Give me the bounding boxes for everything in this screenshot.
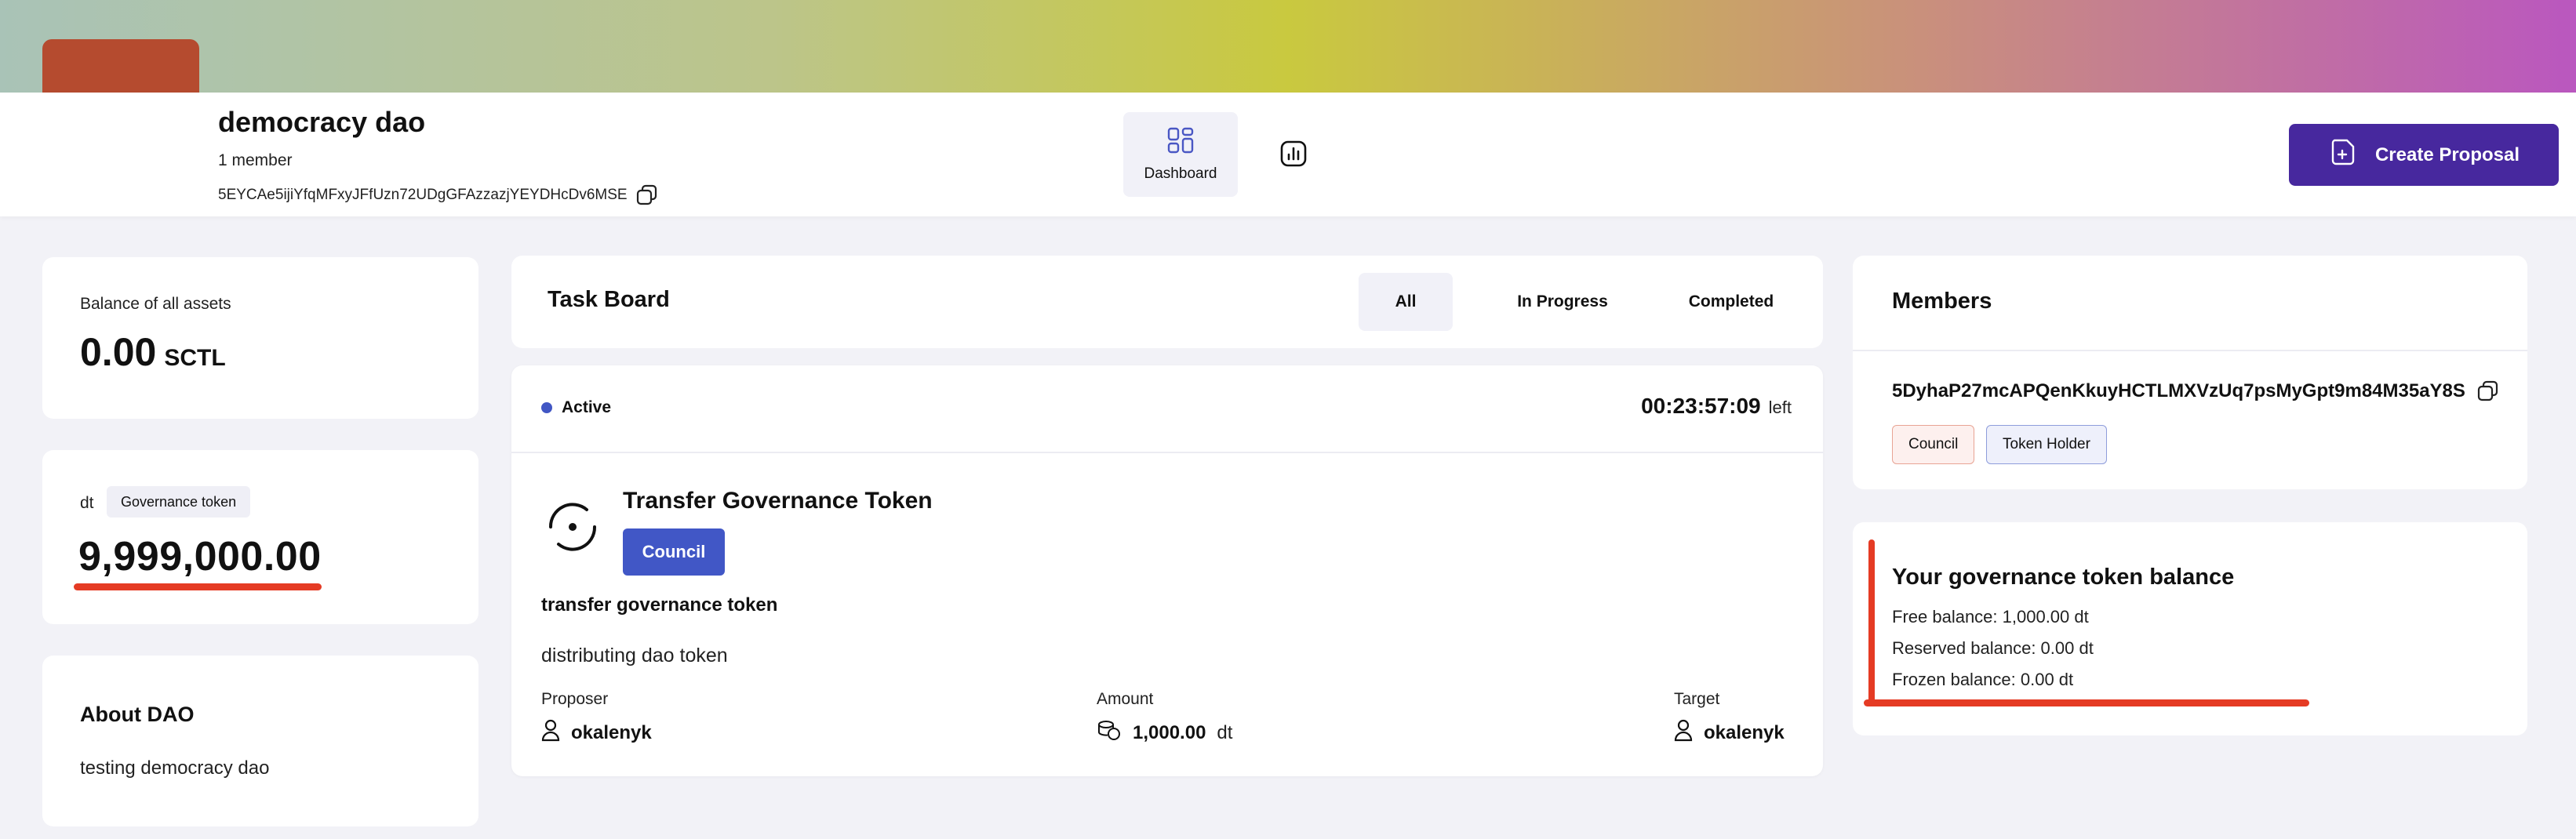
proposal-subtitle: transfer governance token: [541, 594, 778, 616]
task-board-title: Task Board: [548, 287, 670, 312]
time-left-suffix: left: [1768, 398, 1792, 417]
about-text: testing democracy dao: [80, 757, 270, 779]
governance-balance-card: Your governance token balance Free balan…: [1853, 522, 2527, 735]
balance-unit: SCTL: [164, 345, 226, 371]
role-badge-token-holder: Token Holder: [1986, 425, 2107, 464]
nav-stats[interactable]: [1277, 137, 1310, 170]
proposal-description: distributing dao token: [541, 645, 728, 666]
balance-value-row: 0.00 SCTL: [80, 329, 226, 375]
nav-dashboard-label: Dashboard: [1144, 165, 1217, 182]
coins-icon: [1097, 718, 1122, 747]
token-amount: 9,999,000.00: [78, 534, 322, 579]
annotation-underline: [74, 583, 322, 590]
dao-name: democracy dao: [218, 106, 426, 138]
governance-balance-title: Your governance token balance: [1892, 565, 2235, 590]
transfer-token-icon: [541, 496, 604, 558]
filter-completed[interactable]: Completed: [1649, 273, 1814, 331]
status-label: Active: [562, 398, 612, 416]
dashboard-icon: [1166, 126, 1195, 159]
proposal-status: Active: [541, 398, 611, 417]
copy-icon[interactable]: [2476, 380, 2500, 403]
about-title: About DAO: [80, 703, 195, 726]
proposal-title: Transfer Governance Token: [623, 488, 933, 514]
proposer-name: okalenyk: [571, 721, 652, 743]
dao-address-row: 5EYCAe5ijiYfqMFxyJFfUzn72UDgGFAzzazjYEYD…: [218, 183, 659, 207]
document-plus-icon: [2328, 137, 2358, 173]
dao-address: 5EYCAe5ijiYfqMFxyJFfUzn72UDgGFAzzazjYEYD…: [218, 187, 628, 203]
governance-token-badge: Governance token: [107, 486, 251, 518]
balance-card: Balance of all assets 0.00 SCTL: [42, 257, 478, 419]
member-address: 5DyhaP27mcAPQenKkuyHCTLMXVzUq7psMyGpt9m8…: [1892, 380, 2465, 401]
nav-dashboard[interactable]: Dashboard: [1123, 112, 1238, 197]
filter-in-progress[interactable]: In Progress: [1484, 273, 1641, 331]
user-icon: [541, 718, 560, 747]
members-card: Members 5DyhaP27mcAPQenKkuyHCTLMXVzUq7ps…: [1853, 256, 2527, 489]
balance-value: 0.00: [80, 330, 157, 374]
annotation-vertical-line: [1868, 539, 1875, 706]
governance-token-card: dt Governance token 9,999,000.00: [42, 450, 478, 624]
token-ticker: dt: [80, 494, 94, 512]
bar-chart-icon: [1277, 140, 1310, 173]
balance-label: Balance of all assets: [80, 295, 231, 313]
target-name: okalenyk: [1704, 721, 1785, 743]
frozen-balance: Frozen balance: 0.00 dt: [1892, 670, 2074, 689]
header-banner: [0, 0, 2576, 93]
time-left-value: 00:23:57:09: [1641, 394, 1761, 418]
create-proposal-button[interactable]: Create Proposal: [2289, 124, 2559, 186]
copy-icon[interactable]: [635, 183, 659, 207]
target-value: okalenyk: [1674, 718, 1785, 747]
amount-label: Amount: [1097, 690, 1154, 708]
free-balance: Free balance: 1,000.00 dt: [1892, 607, 2089, 627]
proposer-label: Proposer: [541, 690, 609, 708]
task-board-header: Task Board All In Progress Completed: [511, 256, 1823, 348]
filter-all[interactable]: All: [1359, 273, 1453, 331]
about-dao-card: About DAO testing democracy dao: [42, 656, 478, 826]
reserved-balance: Reserved balance: 0.00 dt: [1892, 638, 2094, 658]
dao-members-count: 1 member: [218, 151, 293, 169]
target-label: Target: [1674, 690, 1720, 708]
amount-unit: dt: [1217, 721, 1233, 743]
role-badge-council: Council: [1892, 425, 1975, 464]
status-dot-icon: [541, 402, 552, 413]
amount-value: 1,000.00 dt: [1097, 718, 1232, 747]
proposal-timer: 00:23:57:09 left: [1641, 394, 1792, 419]
proposal-card[interactable]: Active 00:23:57:09 left Transfer Governa…: [511, 365, 1823, 776]
member-address-row: 5DyhaP27mcAPQenKkuyHCTLMXVzUq7psMyGpt9m8…: [1892, 380, 2500, 403]
amount-number: 1,000.00: [1133, 721, 1206, 743]
members-divider: [1853, 350, 2527, 351]
annotation-underline: [1864, 699, 2309, 706]
council-role-button[interactable]: Council: [623, 528, 725, 576]
user-icon: [1674, 718, 1693, 747]
proposer-value: okalenyk: [541, 718, 652, 747]
proposal-divider: [511, 452, 1823, 453]
members-title: Members: [1892, 289, 1992, 314]
create-proposal-label: Create Proposal: [2374, 143, 2520, 165]
